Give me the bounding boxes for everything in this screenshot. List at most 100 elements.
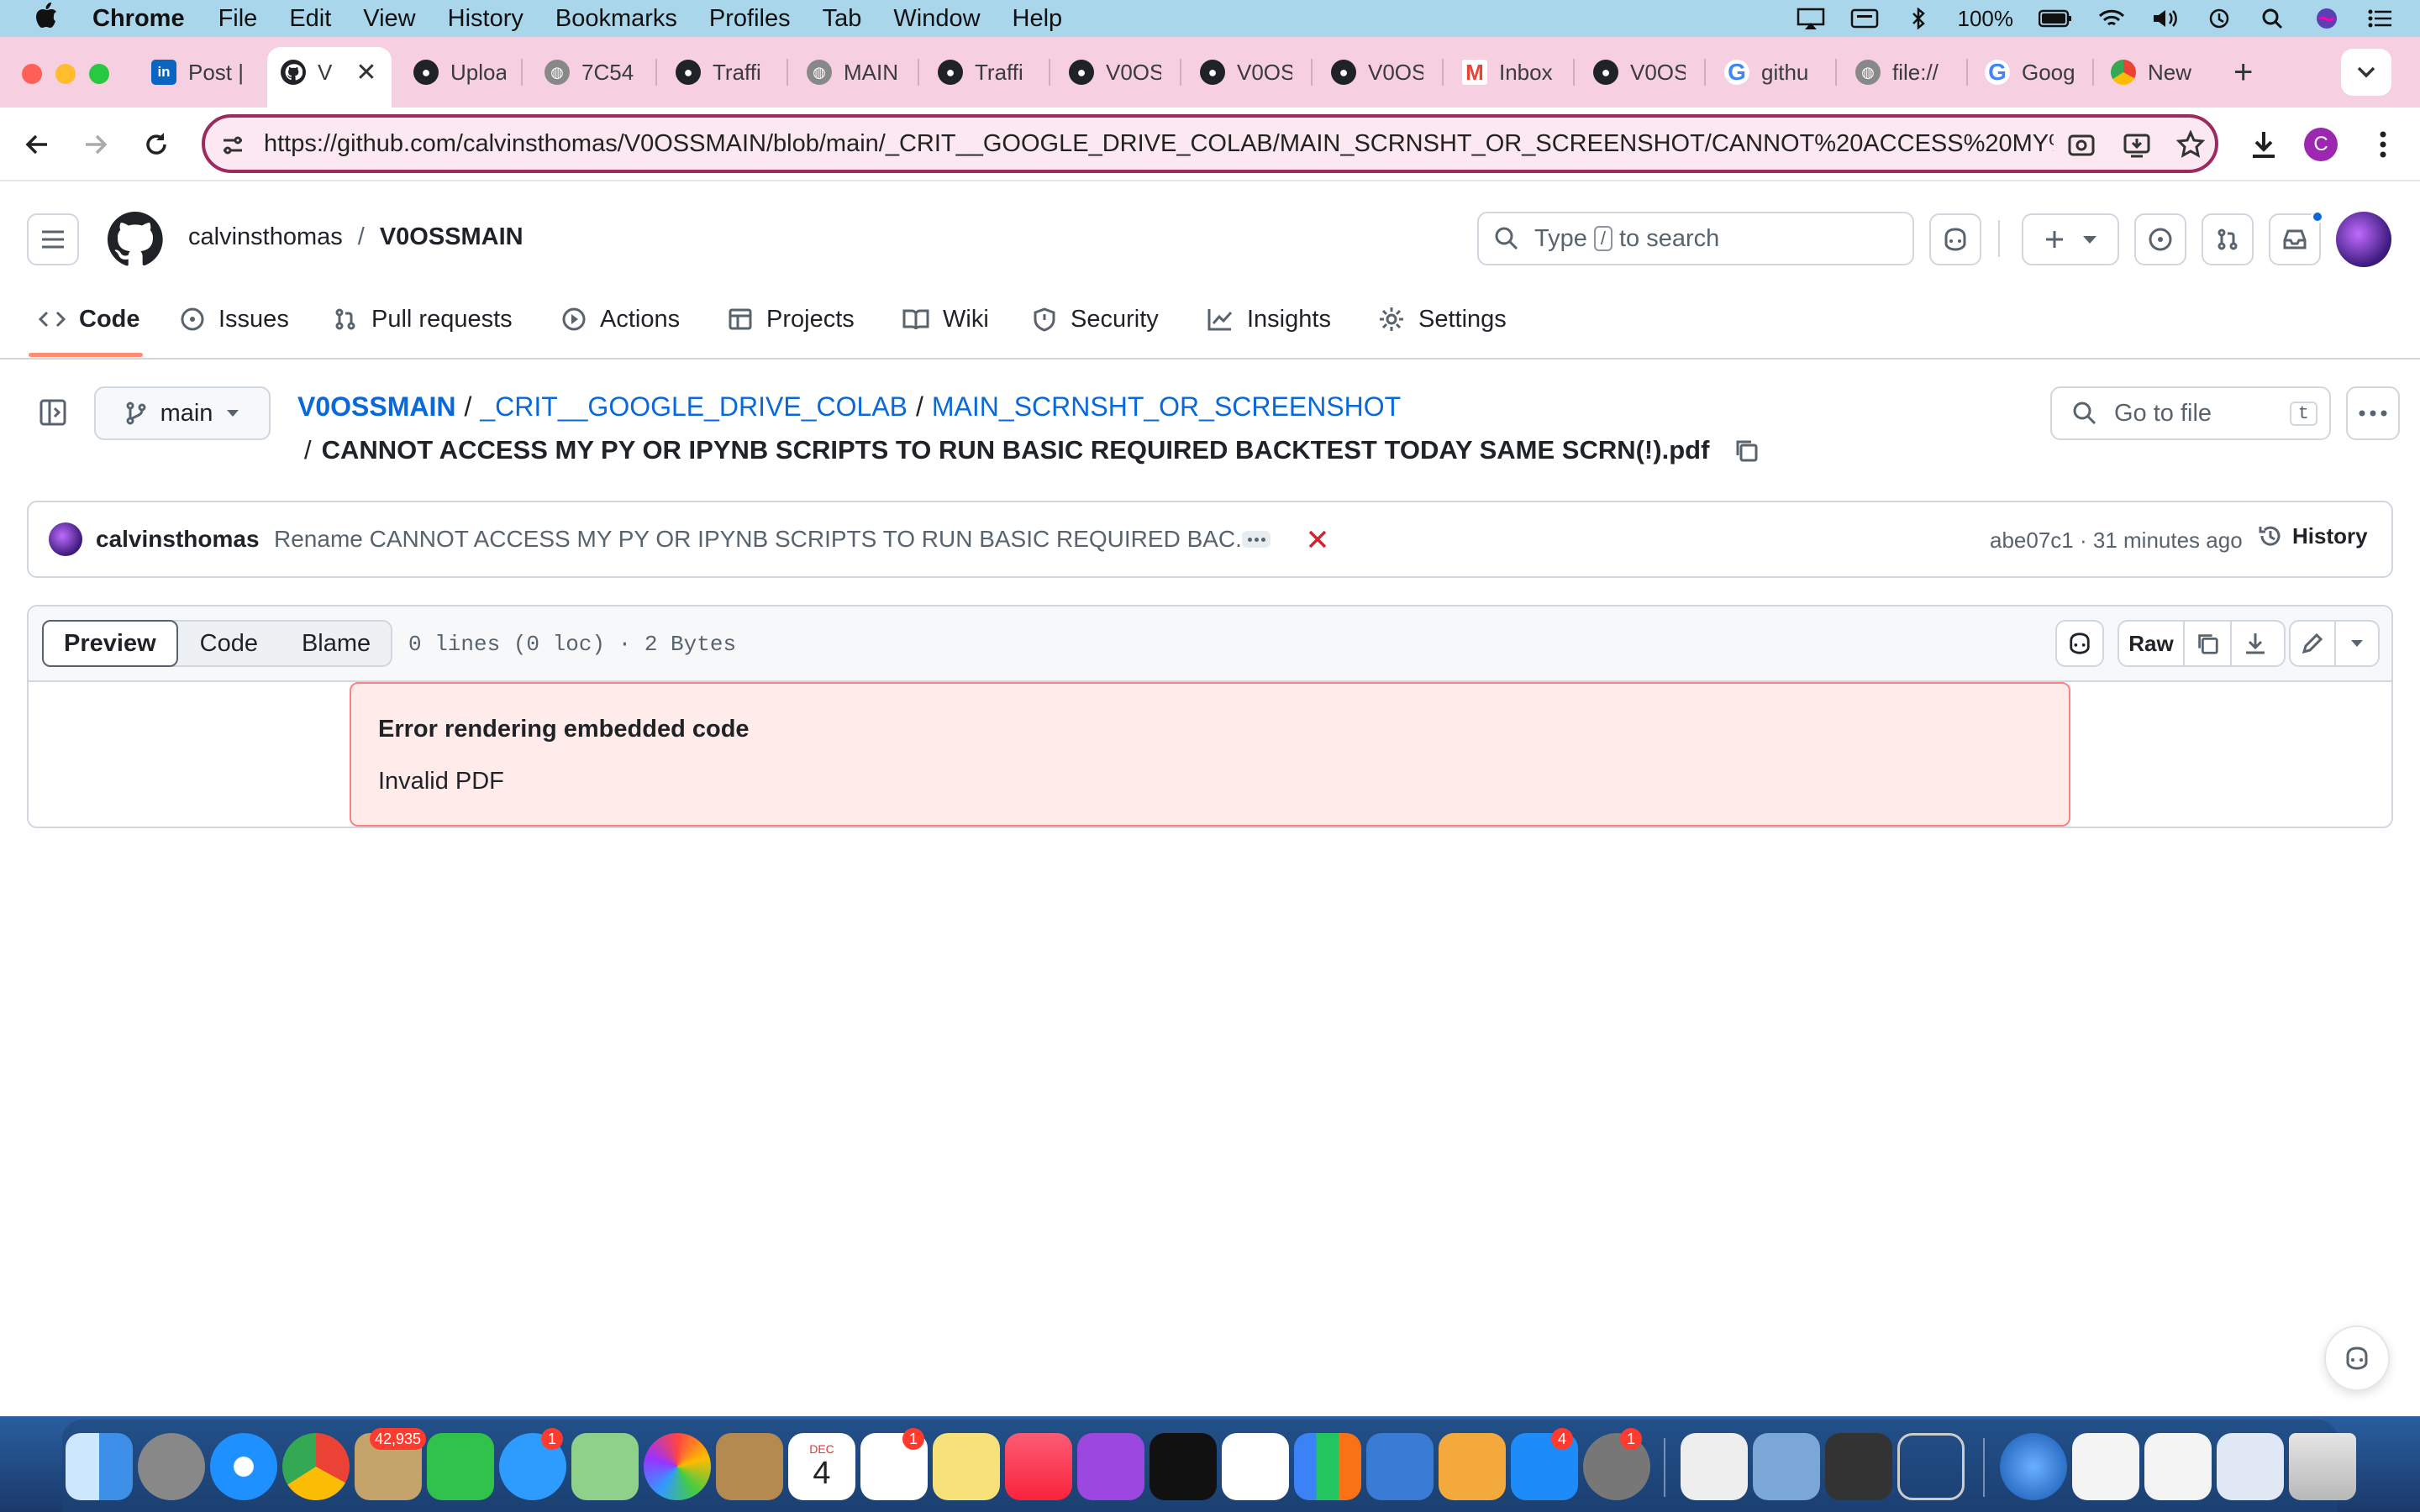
tab-google-github[interactable]: G githu (1724, 50, 1817, 94)
branch-selector[interactable]: main (94, 386, 271, 440)
tv-icon[interactable] (1150, 1433, 1217, 1500)
github-logo-icon[interactable] (108, 212, 163, 267)
copilot-chat-fab[interactable] (2324, 1326, 2390, 1391)
contacts-icon[interactable] (716, 1433, 783, 1500)
tab-file[interactable]: ◍ file:// (1855, 50, 1948, 94)
bluetooth-icon[interactable] (1904, 8, 1933, 29)
bookmark-star-icon[interactable] (2176, 130, 2205, 159)
raw-button[interactable]: Raw (2119, 622, 2185, 665)
tab-issues[interactable]: Issues (180, 299, 289, 339)
podcasts-icon[interactable] (1077, 1433, 1144, 1500)
commit-author-link[interactable]: calvinsthomas (96, 526, 260, 553)
wifi-icon[interactable] (2097, 8, 2126, 29)
download-icon[interactable] (2247, 128, 2281, 161)
document-thumbnail-icon[interactable] (2144, 1433, 2212, 1500)
tab-github-active[interactable]: V ✕ (281, 50, 381, 94)
tab-settings[interactable]: Settings (1378, 299, 1507, 339)
tab-linkedin[interactable]: in Post | (151, 50, 242, 94)
chrome-dock-icon[interactable] (282, 1433, 350, 1500)
maps-icon[interactable] (571, 1433, 639, 1500)
breadcrumb-repo-link[interactable]: V0OSSMAIN (297, 391, 455, 423)
tab-new[interactable]: New (2111, 50, 2203, 94)
spotlight-search-icon[interactable] (2259, 8, 2287, 29)
document-thumbnail-icon[interactable] (2072, 1433, 2139, 1500)
copilot-ask-button[interactable] (2055, 620, 2104, 667)
trash-icon[interactable] (2289, 1433, 2356, 1500)
network-globe-icon[interactable] (2000, 1433, 2067, 1500)
tab-github-traffic-2[interactable]: ● Traffi (938, 50, 1030, 94)
history-button[interactable]: History (2257, 522, 2368, 549)
go-to-file-input[interactable]: Go to file t (2050, 386, 2331, 440)
address-bar[interactable]: https://github.com/calvinsthomas/V0OSSMA… (202, 114, 2218, 173)
tab-actions[interactable]: Actions (561, 299, 680, 339)
blame-tab[interactable]: Blame (281, 622, 391, 665)
user-avatar[interactable] (2336, 212, 2391, 267)
copy-path-icon[interactable] (1733, 437, 1760, 464)
tab-search-button[interactable] (2341, 49, 2391, 96)
commit-sha-time[interactable]: abe07c1 · 31 minutes ago (1990, 528, 2243, 554)
menu-profiles[interactable]: Profiles (709, 5, 791, 33)
music-icon[interactable] (1005, 1433, 1072, 1500)
printer-icon[interactable] (1825, 1433, 1892, 1500)
airplay-icon[interactable] (1797, 8, 1825, 29)
code-view-tab[interactable]: Code (176, 622, 281, 665)
apple-menu-icon[interactable] (34, 1, 59, 36)
issues-shortcut-button[interactable] (2134, 213, 2186, 265)
facetime-icon[interactable] (427, 1433, 494, 1500)
menu-file[interactable]: File (218, 5, 258, 33)
control-center-icon[interactable] (2366, 8, 2395, 29)
tab-github-v0os-3[interactable]: ● V0OS (1331, 50, 1423, 94)
breadcrumb-folder-link[interactable]: _CRIT__GOOGLE_DRIVE_COLAB (480, 391, 908, 423)
tab-insights[interactable]: Insights (1207, 299, 1331, 339)
menu-tab[interactable]: Tab (823, 5, 862, 33)
back-arrow-icon[interactable] (22, 129, 52, 160)
copy-raw-button[interactable] (2185, 622, 2232, 665)
calendar-icon[interactable]: DEC 4 (788, 1433, 855, 1500)
photos-icon[interactable] (644, 1433, 711, 1500)
owner-link[interactable]: calvinsthomas (188, 223, 343, 251)
search-input[interactable]: Type / to search (1477, 212, 1914, 265)
tab-google[interactable]: G Goog (1985, 50, 2077, 94)
keyboard-icon[interactable] (1850, 8, 1879, 29)
window-close-button[interactable] (22, 64, 42, 84)
tab-security[interactable]: Security (1032, 299, 1159, 339)
tab-wiki[interactable]: Wiki (902, 299, 989, 339)
install-app-icon[interactable] (2123, 131, 2151, 160)
launchpad-icon[interactable] (138, 1433, 205, 1500)
volume-icon[interactable] (2151, 8, 2180, 29)
pull-requests-shortcut-button[interactable] (2202, 213, 2254, 265)
tab-7c54[interactable]: ◍ 7C54 (544, 50, 637, 94)
tab-github-upload[interactable]: ● Uploa (413, 50, 506, 94)
forward-arrow-icon[interactable] (81, 129, 111, 160)
expand-commit-message-button[interactable] (1242, 531, 1270, 548)
screenshot-utility-icon[interactable] (1897, 1433, 1965, 1500)
keynote-icon[interactable] (1366, 1433, 1434, 1500)
news-icon[interactable] (1222, 1433, 1289, 1500)
menu-app-name[interactable]: Chrome (92, 5, 185, 33)
tab-projects[interactable]: Projects (728, 299, 855, 339)
lens-icon[interactable] (2067, 131, 2096, 160)
tab-pull-requests[interactable]: Pull requests (333, 299, 513, 339)
edit-dropdown-button[interactable] (2336, 622, 2378, 665)
tab-github-v0os-1[interactable]: ● V0OS (1069, 50, 1161, 94)
tab-main[interactable]: ◍ MAIN (807, 50, 899, 94)
commit-author-avatar[interactable] (49, 522, 82, 556)
time-machine-icon[interactable] (2205, 8, 2233, 29)
site-info-icon[interactable] (220, 133, 245, 158)
siri-icon[interactable] (2312, 8, 2341, 29)
menu-bookmarks[interactable]: Bookmarks (555, 5, 677, 33)
check-failed-x-icon[interactable] (1307, 529, 1328, 549)
tab-close-icon[interactable]: ✕ (355, 58, 376, 87)
sidebar-expand-icon[interactable] (39, 398, 67, 427)
window-thumbnail-icon[interactable] (2217, 1433, 2284, 1500)
textedit-icon[interactable] (1681, 1433, 1748, 1500)
new-tab-button[interactable]: + (2233, 50, 2267, 94)
window-minimize-button[interactable] (55, 64, 76, 84)
tab-github-v0os-4[interactable]: ● V0OS (1593, 50, 1686, 94)
download-raw-button[interactable] (2232, 622, 2279, 665)
repo-link[interactable]: V0OSSMAIN (380, 223, 523, 251)
finder-icon[interactable] (66, 1433, 133, 1500)
menu-edit[interactable]: Edit (289, 5, 331, 33)
url-text[interactable]: https://github.com/calvinsthomas/V0OSSMA… (264, 130, 2054, 158)
numbers-icon[interactable] (1294, 1433, 1361, 1500)
